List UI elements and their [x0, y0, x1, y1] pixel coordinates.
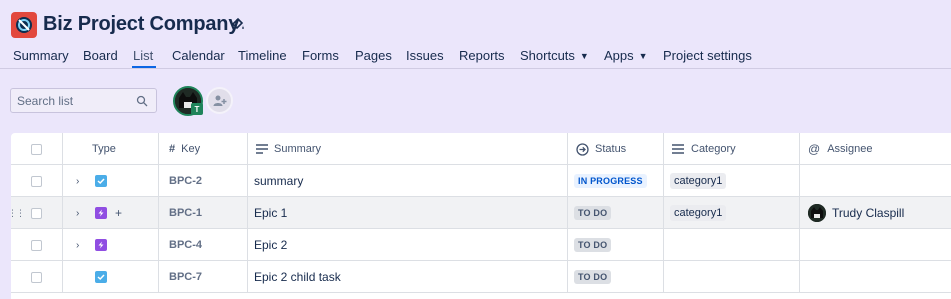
row-checkbox[interactable]	[31, 239, 42, 251]
column-header-assignee[interactable]: @ Assignee	[800, 133, 951, 165]
status-cell: TO DO	[568, 229, 664, 261]
project-title: Biz Project Company	[43, 13, 240, 35]
status-cell: TO DO	[568, 197, 664, 229]
assignee-cell[interactable]	[800, 229, 951, 261]
assignee-name: Trudy Claspill	[832, 206, 905, 220]
status-badge[interactable]: TO DO	[574, 238, 612, 252]
issue-summary[interactable]: Epic 1	[248, 197, 568, 229]
type-cell: › +	[63, 197, 159, 229]
category-tag[interactable]: category1	[670, 173, 727, 189]
table-row[interactable]: ⋮⋮ › + BPC-1 Epic 1 TO DO category1 Trud…	[11, 197, 951, 229]
type-cell	[63, 261, 159, 293]
table-row[interactable]: › BPC-4 Epic 2 TO DO	[11, 229, 951, 261]
search-input[interactable]	[17, 93, 132, 108]
tab-summary[interactable]: Summary	[13, 48, 69, 63]
column-header-category[interactable]: Category	[664, 133, 800, 165]
category-cell[interactable]	[664, 261, 800, 293]
task-type-icon	[95, 175, 107, 187]
assignee-cell[interactable]	[800, 165, 951, 197]
row-select-cell	[11, 229, 63, 261]
column-header-assignee-label: Assignee	[827, 143, 873, 155]
text-lines-icon	[256, 144, 268, 154]
list-icon	[672, 144, 684, 154]
tab-apps-label: Apps	[604, 48, 634, 63]
epic-type-icon	[95, 239, 107, 251]
tab-pages[interactable]: Pages	[355, 48, 392, 63]
type-cell: ›	[63, 229, 159, 261]
column-header-key-label: Key	[181, 143, 201, 155]
search-icon[interactable]	[136, 95, 148, 107]
task-type-icon	[95, 271, 107, 283]
assignee-cell[interactable]	[800, 261, 951, 293]
issue-summary[interactable]: summary	[248, 165, 568, 197]
row-checkbox[interactable]	[31, 175, 42, 187]
column-header-key[interactable]: # Key	[159, 133, 248, 165]
status-cell: IN PROGRESS	[568, 165, 664, 197]
tab-project-settings[interactable]: Project settings	[663, 48, 752, 63]
tab-list[interactable]: List	[133, 48, 153, 63]
issue-key[interactable]: BPC-7	[159, 261, 248, 293]
row-checkbox[interactable]	[31, 271, 42, 283]
add-child-icon[interactable]: +	[115, 206, 122, 220]
issue-summary[interactable]: Epic 2	[248, 229, 568, 261]
hash-icon: #	[169, 143, 176, 155]
tab-forms[interactable]: Forms	[302, 48, 339, 63]
tabs-divider	[0, 68, 951, 69]
assignee-cell[interactable]: Trudy Claspill	[800, 197, 951, 229]
status-badge[interactable]: IN PROGRESS	[574, 174, 647, 188]
epic-type-icon	[95, 207, 107, 219]
avatar-badge: T	[191, 103, 203, 115]
table-row[interactable]: › BPC-2 summary IN PROGRESS category1	[11, 165, 951, 197]
tab-shortcuts-label: Shortcuts	[520, 48, 575, 63]
status-badge[interactable]: TO DO	[574, 206, 612, 220]
column-header-type[interactable]: Type	[63, 133, 159, 165]
issue-key[interactable]: BPC-4	[159, 229, 248, 261]
chevron-right-icon[interactable]: ›	[76, 208, 86, 219]
tab-issues[interactable]: Issues	[406, 48, 444, 63]
assignee-avatar	[808, 204, 826, 222]
issue-list-table: Type # Key Summary Status Category @ Ass…	[11, 133, 951, 299]
tab-shortcuts[interactable]: Shortcuts ▼	[520, 48, 589, 63]
chevron-right-icon[interactable]: ›	[76, 176, 86, 187]
search-list-box[interactable]	[10, 88, 157, 113]
tab-reports[interactable]: Reports	[459, 48, 505, 63]
tab-timeline[interactable]: Timeline	[238, 48, 287, 63]
issue-summary[interactable]: Epic 2 child task	[248, 261, 568, 293]
row-select-cell	[11, 165, 63, 197]
status-arrow-icon	[576, 142, 589, 156]
tab-apps[interactable]: Apps ▼	[604, 48, 648, 63]
type-cell: ›	[63, 165, 159, 197]
table-header-row: Type # Key Summary Status Category @ Ass…	[11, 133, 951, 165]
row-select-cell	[11, 261, 63, 293]
tab-calendar[interactable]: Calendar	[172, 48, 225, 63]
row-select-cell	[11, 197, 63, 229]
chevron-down-icon: ▼	[579, 51, 589, 61]
tab-board[interactable]: Board	[83, 48, 118, 63]
chevron-right-icon[interactable]: ›	[76, 240, 86, 251]
category-cell: category1	[664, 165, 800, 197]
row-checkbox[interactable]	[31, 207, 42, 219]
column-header-status-label: Status	[595, 143, 627, 155]
issue-key[interactable]: BPC-1	[159, 197, 248, 229]
select-all-checkbox[interactable]	[31, 143, 42, 155]
column-header-summary[interactable]: Summary	[248, 133, 568, 165]
status-cell: TO DO	[568, 261, 664, 293]
select-all-cell	[11, 133, 63, 165]
paint-bucket-icon[interactable]	[230, 16, 246, 32]
column-header-category-label: Category	[691, 143, 736, 155]
category-cell[interactable]	[664, 229, 800, 261]
add-person-icon	[213, 95, 226, 106]
category-tag[interactable]: category1	[670, 205, 727, 221]
issue-key[interactable]: BPC-2	[159, 165, 248, 197]
add-people-button[interactable]	[206, 87, 233, 114]
category-cell: category1	[664, 197, 800, 229]
chevron-down-icon: ▼	[638, 51, 648, 61]
project-avatar-icon[interactable]	[11, 12, 37, 38]
column-header-status[interactable]: Status	[568, 133, 664, 165]
column-header-summary-label: Summary	[274, 143, 322, 155]
at-sign-icon: @	[808, 142, 821, 156]
table-row[interactable]: BPC-7 Epic 2 child task TO DO	[11, 261, 951, 293]
status-badge[interactable]: TO DO	[574, 270, 612, 284]
